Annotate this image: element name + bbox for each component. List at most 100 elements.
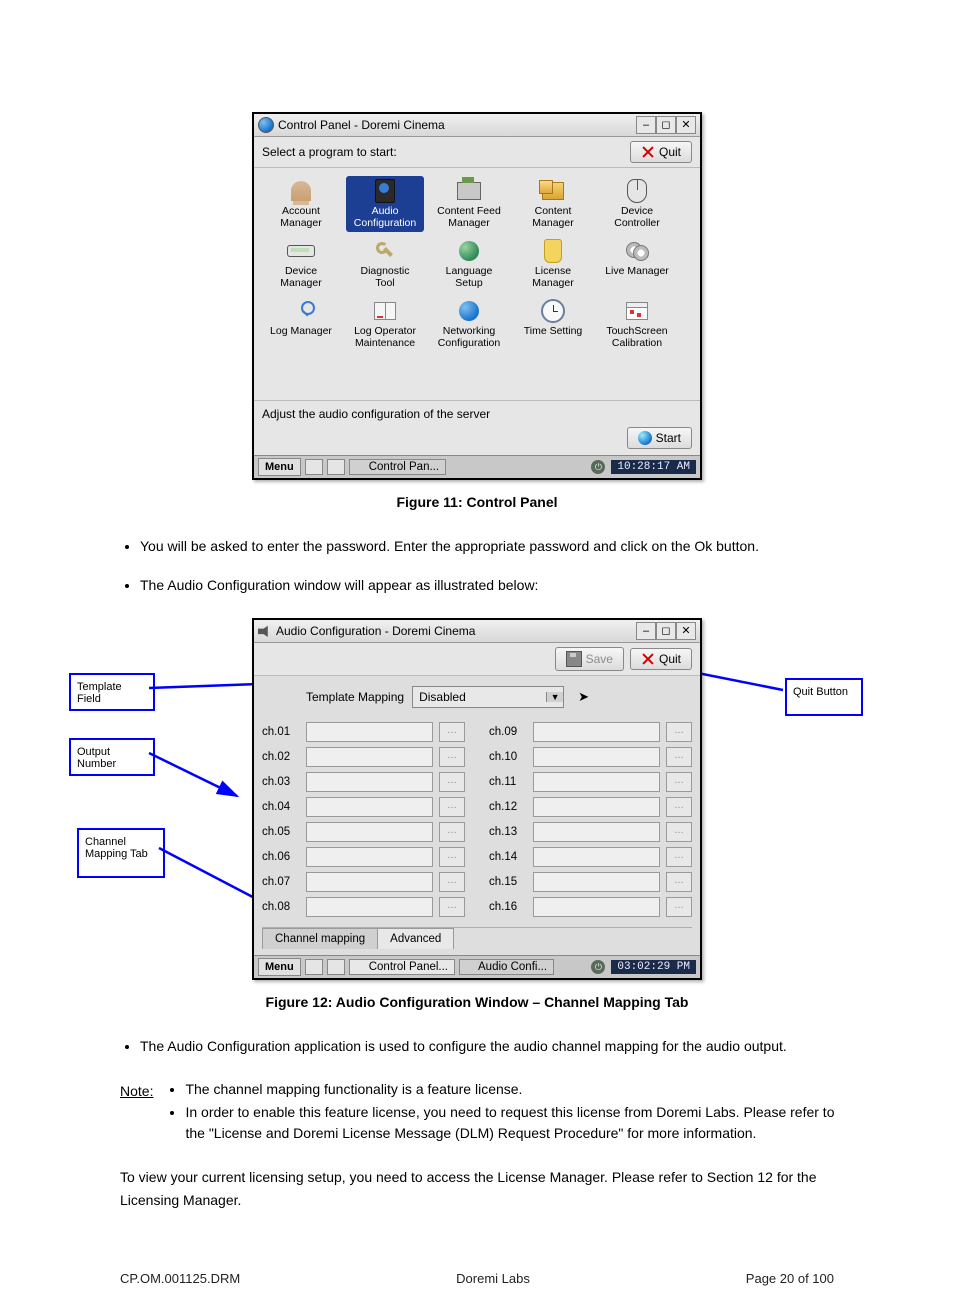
tab-channel-mapping[interactable]: Channel mapping <box>262 928 378 949</box>
channel-field[interactable] <box>533 772 660 792</box>
channel-more-button[interactable]: … <box>666 747 692 767</box>
quit-button[interactable]: Quit <box>630 141 692 163</box>
channel-field[interactable] <box>533 897 660 917</box>
app-device-controller[interactable]: DeviceController <box>598 176 676 232</box>
app-label: Live Manager <box>605 265 669 277</box>
menu-button[interactable]: Menu <box>258 458 301 476</box>
diagnostic-tool-icon <box>374 240 396 262</box>
app-icon <box>356 962 366 972</box>
channel-label: ch.15 <box>489 876 527 888</box>
channel-more-button[interactable]: … <box>439 722 465 742</box>
app-content-feed-manager[interactable]: Content FeedManager <box>430 176 508 232</box>
app-live-manager[interactable]: Live Manager <box>598 236 676 292</box>
channel-label: ch.09 <box>489 726 527 738</box>
save-button[interactable]: Save <box>555 647 624 671</box>
channel-label: ch.13 <box>489 826 527 838</box>
channel-field[interactable] <box>306 772 433 792</box>
channel-field[interactable] <box>533 872 660 892</box>
channel-more-button[interactable]: … <box>666 897 692 917</box>
chevron-down-icon: ▼ <box>546 692 563 702</box>
body-text: You will be asked to enter the password.… <box>140 536 840 557</box>
titlebar[interactable]: Audio Configuration - Doremi Cinema – ◻ … <box>254 620 700 643</box>
close-button[interactable]: ✕ <box>676 116 696 134</box>
tray-icon[interactable] <box>327 459 345 475</box>
channel-more-button[interactable]: … <box>666 822 692 842</box>
channel-field[interactable] <box>533 722 660 742</box>
quit-button[interactable]: Quit <box>630 648 692 670</box>
note: Note: The channel mapping functionality … <box>120 1079 840 1146</box>
minimize-button[interactable]: – <box>636 116 656 134</box>
maximize-button[interactable]: ◻ <box>656 116 676 134</box>
tray-icon[interactable] <box>305 459 323 475</box>
channel-more-button[interactable]: … <box>666 722 692 742</box>
task-audio-config[interactable]: Audio Confi... <box>459 959 554 975</box>
channel-label: ch.06 <box>262 851 300 863</box>
content-feed-manager-icon <box>457 182 481 200</box>
app-networking-configuration[interactable]: NetworkingConfiguration <box>430 296 508 352</box>
task-control-panel[interactable]: Control Pan... <box>349 459 446 475</box>
device-controller-icon <box>627 179 647 203</box>
channel-field[interactable] <box>306 872 433 892</box>
minimize-button[interactable]: – <box>636 622 656 640</box>
channel-more-button[interactable]: … <box>439 822 465 842</box>
channel-more-button[interactable]: … <box>666 772 692 792</box>
app-log-manager[interactable]: Log Manager <box>262 296 340 352</box>
app-label: Audio <box>372 205 399 217</box>
content-manager-icon <box>542 182 564 200</box>
channel-field[interactable] <box>533 847 660 867</box>
taskbar: Menu Control Pan... ⏻ 10:28:17 AM <box>254 455 700 478</box>
channel-more-button[interactable]: … <box>666 797 692 817</box>
channel-field[interactable] <box>533 797 660 817</box>
app-language-setup[interactable]: LanguageSetup <box>430 236 508 292</box>
app-audio-configuration[interactable]: AudioConfiguration <box>346 176 424 232</box>
channel-field[interactable] <box>306 847 433 867</box>
channel-more-button[interactable]: … <box>439 772 465 792</box>
start-button[interactable]: Start <box>627 427 692 449</box>
channel-field[interactable] <box>306 747 433 767</box>
menu-button[interactable]: Menu <box>258 958 301 976</box>
app-license-manager[interactable]: LicenseManager <box>514 236 592 292</box>
channel-more-button[interactable]: … <box>439 847 465 867</box>
channel-more-button[interactable]: … <box>439 747 465 767</box>
tab-advanced[interactable]: Advanced <box>377 928 454 949</box>
power-icon[interactable]: ⏻ <box>591 960 605 974</box>
power-icon[interactable]: ⏻ <box>591 460 605 474</box>
taskbar-clock: 03:02:29 PM <box>611 960 696 974</box>
callout-output: Output Number <box>69 738 155 776</box>
channel-field[interactable] <box>533 822 660 842</box>
channel-more-button[interactable]: … <box>439 872 465 892</box>
template-mapping-dropdown[interactable]: Disabled ▼ <box>412 686 564 708</box>
channel-more-button[interactable]: … <box>439 797 465 817</box>
app-time-setting[interactable]: Time Setting <box>514 296 592 352</box>
template-mapping-row: Template Mapping Disabled ▼ ➤ <box>306 686 692 708</box>
channel-more-button[interactable]: … <box>666 872 692 892</box>
app-label: Setup <box>455 277 482 289</box>
app-touchscreen-calibration[interactable]: TouchScreenCalibration <box>598 296 676 352</box>
channel-more-button[interactable]: … <box>666 847 692 867</box>
channel-field[interactable] <box>306 897 433 917</box>
maximize-button[interactable]: ◻ <box>656 622 676 640</box>
close-button[interactable]: ✕ <box>676 622 696 640</box>
app-label: Log Operator <box>354 325 416 337</box>
app-label: Configuration <box>438 337 500 349</box>
channel-field[interactable] <box>306 822 433 842</box>
app-content-manager[interactable]: ContentManager <box>514 176 592 232</box>
channel-field[interactable] <box>306 722 433 742</box>
app-device-manager[interactable]: DeviceManager <box>262 236 340 292</box>
channel-row: ch.08… <box>262 897 465 917</box>
channel-row: ch.04… <box>262 797 465 817</box>
app-log-operator-maintenance[interactable]: Log OperatorMaintenance <box>346 296 424 352</box>
channel-more-button[interactable]: … <box>439 897 465 917</box>
channel-label: ch.16 <box>489 901 527 913</box>
task-control-panel[interactable]: Control Panel... <box>349 959 455 975</box>
callout-quit: Quit Button <box>785 678 863 716</box>
tray-icon[interactable] <box>327 959 345 975</box>
app-label: Calibration <box>612 337 662 349</box>
channel-field[interactable] <box>533 747 660 767</box>
save-icon <box>566 651 582 667</box>
app-account-manager[interactable]: AccountManager <box>262 176 340 232</box>
titlebar[interactable]: Control Panel - Doremi Cinema – ◻ ✕ <box>254 114 700 137</box>
tray-icon[interactable] <box>305 959 323 975</box>
channel-field[interactable] <box>306 797 433 817</box>
app-diagnostic-tool[interactable]: DiagnosticTool <box>346 236 424 292</box>
